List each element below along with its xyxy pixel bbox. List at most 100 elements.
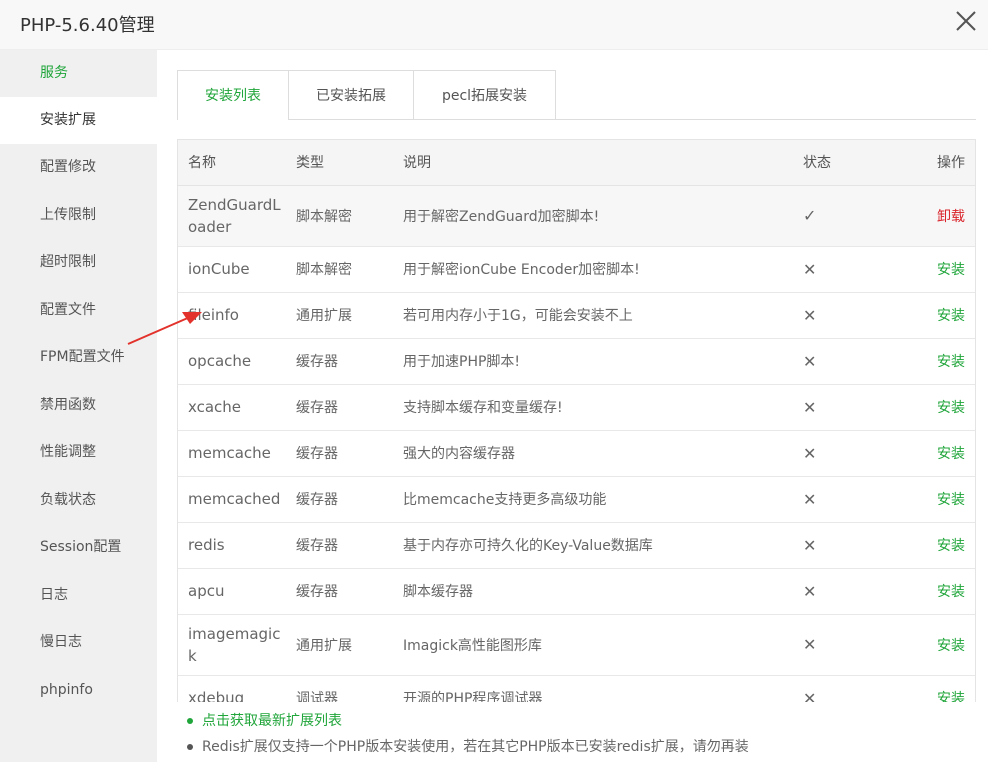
header-desc: 说明: [393, 140, 793, 186]
ext-desc: 强大的内容缓存器: [393, 430, 793, 477]
table-row: xdebug 调试器 开源的PHP程序调试器 ✕ 安装: [178, 675, 975, 702]
cross-icon: ✕: [793, 292, 893, 339]
extension-table: 名称 类型 说明 状态 操作 ZendGuardLoader 脚本解密 用于解密…: [178, 140, 975, 702]
sidebar-item-config-edit[interactable]: 配置修改: [0, 144, 157, 191]
install-button[interactable]: 安装: [937, 400, 965, 416]
tab-installed-extensions[interactable]: 已安装拓展: [288, 70, 414, 120]
install-button[interactable]: 安装: [937, 446, 965, 462]
sidebar-item-session-config[interactable]: Session配置: [0, 524, 157, 571]
ext-name: fileinfo: [178, 292, 286, 339]
cross-icon: ✕: [793, 430, 893, 477]
header-type: 类型: [286, 140, 393, 186]
notes-item: 点击获取最新扩展列表: [185, 708, 975, 734]
ext-type: 脚本解密: [286, 185, 393, 247]
ext-type: 通用扩展: [286, 614, 393, 676]
sidebar-item-timeout-limit[interactable]: 超时限制: [0, 239, 157, 286]
sidebar-item-log[interactable]: 日志: [0, 572, 157, 619]
ext-name: imagemagick: [178, 614, 286, 676]
redis-note-text: Redis扩展仅支持一个PHP版本安装使用，若在其它PHP版本已安装redis扩…: [202, 739, 749, 755]
notes-list: 点击获取最新扩展列表 Redis扩展仅支持一个PHP版本安装使用，若在其它PHP…: [185, 708, 975, 760]
ext-type: 调试器: [286, 675, 393, 702]
cross-icon: ✕: [793, 568, 893, 615]
cross-icon: ✕: [793, 476, 893, 523]
ext-desc: 比memcache支持更多高级功能: [393, 476, 793, 523]
ext-desc: 开源的PHP程序调试器: [393, 675, 793, 702]
ext-name: ionCube: [178, 246, 286, 293]
ext-name: xdebug: [178, 675, 286, 702]
header-op: 操作: [893, 140, 975, 186]
dialog-title: PHP-5.6.40管理: [20, 15, 155, 36]
ext-type: 通用扩展: [286, 292, 393, 339]
ext-type: 缓存器: [286, 476, 393, 523]
table-row: ionCube 脚本解密 用于解密ionCube Encoder加密脚本! ✕ …: [178, 246, 975, 293]
header-name: 名称: [178, 140, 286, 186]
ext-desc: 用于加速PHP脚本!: [393, 338, 793, 385]
ext-name: opcache: [178, 338, 286, 385]
ext-name: ZendGuardLoader: [178, 185, 286, 247]
tab-pecl-install[interactable]: pecl拓展安装: [413, 70, 556, 120]
ext-type: 缓存器: [286, 338, 393, 385]
install-button[interactable]: 安装: [937, 584, 965, 600]
table-row: ZendGuardLoader 脚本解密 用于解密ZendGuard加密脚本! …: [178, 185, 975, 247]
ext-type: 缓存器: [286, 384, 393, 431]
sidebar-item-install-extension[interactable]: 安装扩展: [0, 97, 157, 144]
ext-desc: 脚本缓存器: [393, 568, 793, 615]
sidebar-item-phpinfo[interactable]: phpinfo: [0, 667, 157, 714]
notes-item: Redis扩展仅支持一个PHP版本安装使用，若在其它PHP版本已安装redis扩…: [185, 734, 975, 760]
sidebar-item-service[interactable]: 服务: [0, 50, 157, 97]
ext-type: 脚本解密: [286, 246, 393, 293]
tab-divider: [177, 119, 976, 120]
header-status: 状态: [793, 140, 893, 186]
sidebar-item-load-status[interactable]: 负载状态: [0, 477, 157, 524]
sidebar-item-fpm-config-file[interactable]: FPM配置文件: [0, 334, 157, 381]
cross-icon: ✕: [793, 522, 893, 569]
table-row: memcached 缓存器 比memcache支持更多高级功能 ✕ 安装: [178, 476, 975, 523]
sidebar-item-disabled-functions[interactable]: 禁用函数: [0, 382, 157, 429]
sidebar-item-config-file[interactable]: 配置文件: [0, 287, 157, 334]
ext-desc: 支持脚本缓存和变量缓存!: [393, 384, 793, 431]
close-icon[interactable]: [954, 9, 978, 33]
table-row: apcu 缓存器 脚本缓存器 ✕ 安装: [178, 568, 975, 615]
cross-icon: ✕: [793, 246, 893, 293]
install-button[interactable]: 安装: [937, 262, 965, 278]
cross-icon: ✕: [793, 338, 893, 385]
sidebar-item-slow-log[interactable]: 慢日志: [0, 619, 157, 666]
sidebar-item-performance-tuning[interactable]: 性能调整: [0, 429, 157, 476]
table-row: imagemagick 通用扩展 Imagick高性能图形库 ✕ 安装: [178, 614, 975, 676]
tab-install-list[interactable]: 安装列表: [177, 70, 289, 120]
install-button[interactable]: 安装: [937, 691, 965, 702]
table-header-row: 名称 类型 说明 状态 操作: [178, 140, 975, 186]
install-button[interactable]: 安装: [937, 492, 965, 508]
active-tab-gap: [178, 119, 288, 120]
install-button[interactable]: 安装: [937, 354, 965, 370]
get-latest-extensions-link[interactable]: 点击获取最新扩展列表: [202, 713, 342, 729]
cross-icon: ✕: [793, 384, 893, 431]
ext-name: memcache: [178, 430, 286, 477]
check-icon: ✓: [793, 185, 893, 247]
cross-icon: ✕: [793, 614, 893, 676]
ext-desc: Imagick高性能图形库: [393, 614, 793, 676]
ext-desc: 用于解密ZendGuard加密脚本!: [393, 185, 793, 247]
install-button[interactable]: 安装: [937, 638, 965, 654]
table-row: opcache 缓存器 用于加速PHP脚本! ✕ 安装: [178, 338, 975, 385]
sidebar-item-upload-limit[interactable]: 上传限制: [0, 192, 157, 239]
ext-type: 缓存器: [286, 568, 393, 615]
ext-name: memcached: [178, 476, 286, 523]
ext-name: redis: [178, 522, 286, 569]
cross-icon: ✕: [793, 675, 893, 702]
uninstall-button[interactable]: 卸载: [937, 209, 965, 225]
table-row: redis 缓存器 基于内存亦可持久化的Key-Value数据库 ✕ 安装: [178, 522, 975, 569]
extension-table-container[interactable]: 名称 类型 说明 状态 操作 ZendGuardLoader 脚本解密 用于解密…: [177, 139, 976, 702]
table-row: memcache 缓存器 强大的内容缓存器 ✕ 安装: [178, 430, 975, 477]
dialog-titlebar: PHP-5.6.40管理: [0, 0, 988, 50]
table-row: fileinfo 通用扩展 若可用内存小于1G，可能会安装不上 ✕ 安装: [178, 292, 975, 339]
table-row: xcache 缓存器 支持脚本缓存和变量缓存! ✕ 安装: [178, 384, 975, 431]
ext-name: apcu: [178, 568, 286, 615]
install-button[interactable]: 安装: [937, 308, 965, 324]
install-button[interactable]: 安装: [937, 538, 965, 554]
ext-type: 缓存器: [286, 522, 393, 569]
ext-desc: 用于解密ionCube Encoder加密脚本!: [393, 246, 793, 293]
ext-name: xcache: [178, 384, 286, 431]
ext-type: 缓存器: [286, 430, 393, 477]
ext-desc: 若可用内存小于1G，可能会安装不上: [393, 292, 793, 339]
